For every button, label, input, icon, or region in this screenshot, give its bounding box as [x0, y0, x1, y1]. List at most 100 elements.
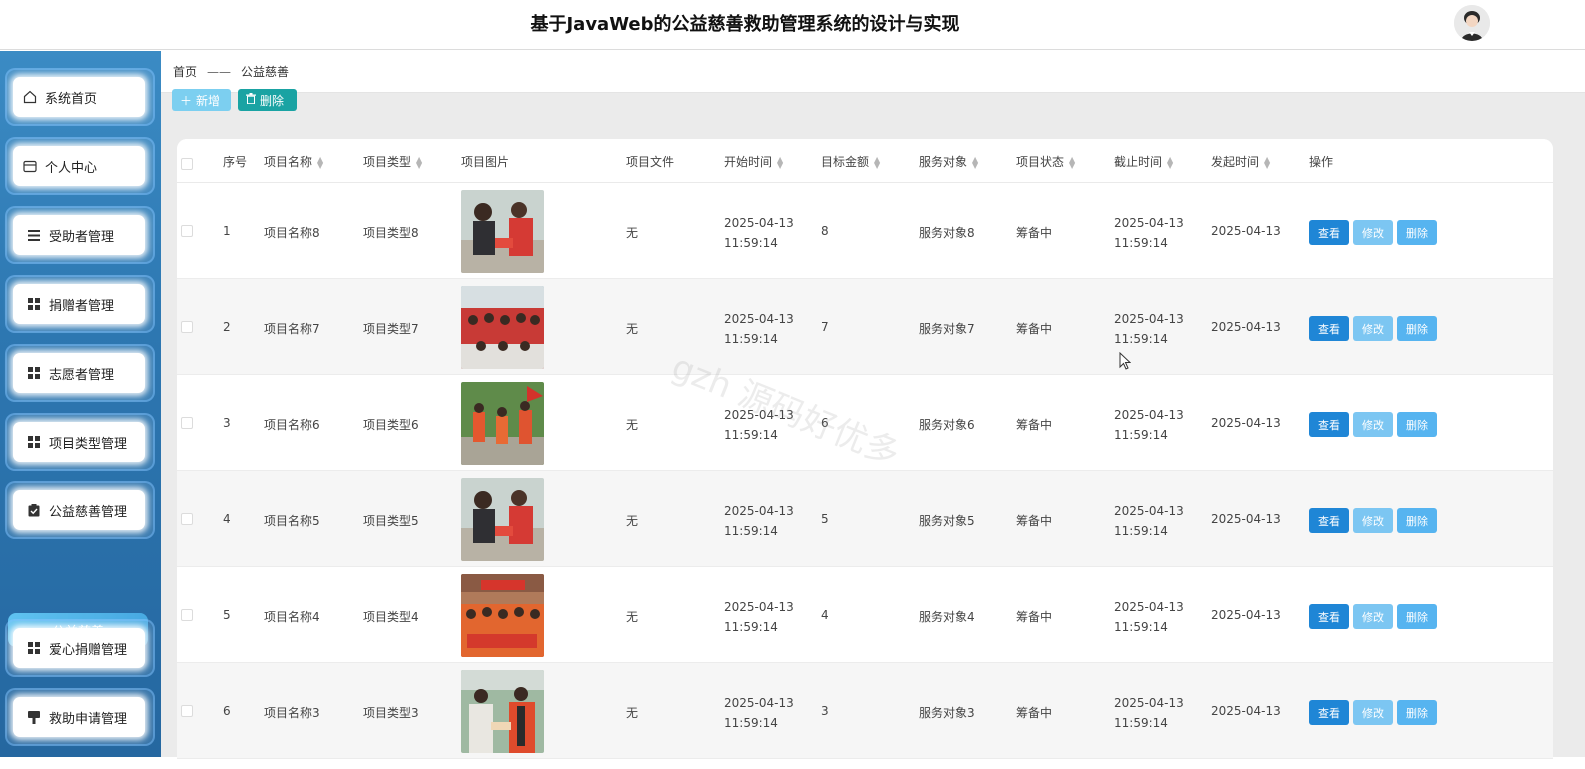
row-checkbox[interactable]: [181, 513, 193, 525]
view-button[interactable]: 查看: [1309, 604, 1349, 629]
data-table: 序号 项目名称 ▲ ▼ 项目类型 ▲ ▼ 项目图片 项目文件 开始时间 ▲ ▼ 目标金额 ▲ ▼…: [177, 139, 1553, 769]
cell-status: 筹备中: [1016, 322, 1053, 336]
view-button[interactable]: 查看: [1309, 412, 1349, 437]
sidebar-item-label: 受助者管理: [49, 229, 115, 245]
delete-button[interactable]: 删除: [1397, 508, 1437, 533]
sidebar-item-project-types[interactable]: 项目类型管理: [5, 413, 155, 471]
view-button[interactable]: 查看: [1309, 316, 1349, 341]
column-header-start[interactable]: 开始时间 ▲ ▼: [724, 153, 783, 170]
column-header-status[interactable]: 项目状态 ▲ ▼: [1016, 153, 1075, 170]
cell-created: 2025-04-13: [1211, 704, 1281, 718]
column-label: 项目名称: [264, 155, 313, 169]
edit-button[interactable]: 修改: [1353, 508, 1393, 533]
sidebar-item-label: 爱心捐赠管理: [49, 642, 128, 658]
sort-icon[interactable]: ▲ ▼: [317, 155, 323, 169]
edit-button[interactable]: 修改: [1353, 316, 1393, 341]
view-button[interactable]: 查看: [1309, 220, 1349, 245]
sort-icon[interactable]: ▲ ▼: [874, 155, 880, 169]
cell-created: 2025-04-13: [1211, 608, 1281, 622]
plus-icon: ＋: [180, 93, 193, 108]
edit-button[interactable]: 修改: [1353, 220, 1393, 245]
top-header: 基于JavaWeb的公益慈善救助管理系统的设计与实现: [0, 0, 1585, 50]
edit-button[interactable]: 修改: [1353, 604, 1393, 629]
cell-amount: 8: [821, 224, 829, 238]
cell-created: 2025-04-13: [1211, 416, 1281, 430]
sort-icon[interactable]: ▲ ▼: [416, 155, 422, 169]
cell-start-time: 2025-04-13 11:59:14: [724, 696, 794, 730]
sidebar-item-charity[interactable]: 公益慈善管理: [5, 481, 155, 539]
project-image[interactable]: [461, 478, 544, 561]
view-button[interactable]: 查看: [1309, 508, 1349, 533]
breadcrumb-separator: ——: [207, 64, 232, 79]
table-row: 1 项目名称8 项目类型8 无 2025-04-13 11:59:14 8 服务…: [177, 183, 1553, 279]
grid-icon: [25, 365, 43, 381]
cell-amount: 6: [821, 416, 829, 430]
row-checkbox[interactable]: [181, 225, 193, 237]
sidebar-item-aid-requests[interactable]: 救助申请管理: [5, 688, 155, 746]
sort-icon[interactable]: ▲ ▼: [1167, 155, 1173, 169]
cell-type: 项目类型3: [363, 706, 419, 720]
column-header-created[interactable]: 发起时间 ▲ ▼: [1211, 153, 1270, 170]
cell-index: 1: [223, 224, 231, 238]
column-header-name[interactable]: 项目名称 ▲ ▼: [264, 153, 323, 170]
delete-button[interactable]: 删除: [1397, 700, 1437, 725]
row-checkbox[interactable]: [181, 321, 193, 333]
sidebar-item-donations[interactable]: 爱心捐赠管理: [5, 619, 155, 677]
cell-index: 3: [223, 416, 231, 430]
delete-button[interactable]: 删除: [1397, 604, 1437, 629]
cell-target: 服务对象5: [919, 514, 975, 528]
cell-status: 筹备中: [1016, 514, 1053, 528]
select-all-checkbox[interactable]: [181, 158, 193, 170]
cell-created: 2025-04-13: [1211, 320, 1281, 334]
project-image[interactable]: [461, 286, 544, 369]
delete-button[interactable]: 删除: [1397, 220, 1437, 245]
row-checkbox[interactable]: [181, 609, 193, 621]
sort-icon[interactable]: ▲ ▼: [1264, 155, 1270, 169]
project-image[interactable]: [461, 382, 544, 465]
column-label: 截止时间: [1114, 155, 1163, 169]
table-row: 3 项目名称6 项目类型6 无 2025-04-13 11:59:14 6 服务…: [177, 375, 1553, 471]
view-button[interactable]: 查看: [1309, 700, 1349, 725]
sidebar-item-profile[interactable]: 个人中心: [5, 137, 155, 195]
column-header-deadline[interactable]: 截止时间 ▲ ▼: [1114, 153, 1173, 170]
sidebar-item-home[interactable]: 系统首页: [5, 68, 155, 126]
sidebar-item-label: 公益慈善管理: [49, 504, 128, 520]
edit-button[interactable]: 修改: [1353, 700, 1393, 725]
cell-type: 项目类型5: [363, 514, 419, 528]
column-header-amount[interactable]: 目标金额 ▲ ▼: [821, 153, 880, 170]
sidebar-item-recipients[interactable]: 受助者管理: [5, 206, 155, 264]
batch-delete-button[interactable]: 删除: [238, 89, 297, 111]
edit-button[interactable]: 修改: [1353, 412, 1393, 437]
sidebar-item-donors[interactable]: 捐赠者管理: [5, 275, 155, 333]
cell-index: 2: [223, 320, 231, 334]
sidebar-item-volunteers[interactable]: 志愿者管理: [5, 344, 155, 402]
cell-file: 无: [626, 706, 639, 720]
cell-type: 项目类型4: [363, 610, 419, 624]
list-icon: [25, 227, 43, 243]
sort-icon[interactable]: ▲ ▼: [777, 155, 783, 169]
breadcrumb-home[interactable]: 首页: [173, 63, 197, 80]
delete-button[interactable]: 删除: [1397, 412, 1437, 437]
sort-icon[interactable]: ▲ ▼: [1069, 155, 1075, 169]
add-button-label: 新增: [196, 93, 221, 108]
cell-target: 服务对象4: [919, 610, 975, 624]
grid-icon: [25, 296, 43, 312]
user-avatar[interactable]: [1454, 5, 1490, 41]
project-image[interactable]: [461, 670, 544, 753]
project-image[interactable]: [461, 190, 544, 273]
row-checkbox[interactable]: [181, 705, 193, 717]
avatar-icon: [1454, 5, 1490, 41]
sidebar: 系统首页 个人中心 受助者管理 捐赠者管理 志愿者管理 项目类型管理 公益慈善管…: [0, 51, 161, 757]
card-icon: [21, 158, 39, 174]
row-checkbox[interactable]: [181, 417, 193, 429]
stamp-icon: [25, 709, 43, 725]
sidebar-item-label: 救助申请管理: [49, 711, 128, 727]
column-header-type[interactable]: 项目类型 ▲ ▼: [363, 153, 422, 170]
column-header-target[interactable]: 服务对象 ▲ ▼: [919, 153, 978, 170]
cell-deadline: 2025-04-13 11:59:14: [1114, 312, 1184, 346]
column-label: 目标金额: [821, 155, 870, 169]
add-button[interactable]: ＋ 新增: [172, 89, 231, 111]
delete-button[interactable]: 删除: [1397, 316, 1437, 341]
sort-icon[interactable]: ▲ ▼: [972, 155, 978, 169]
project-image[interactable]: [461, 574, 544, 657]
